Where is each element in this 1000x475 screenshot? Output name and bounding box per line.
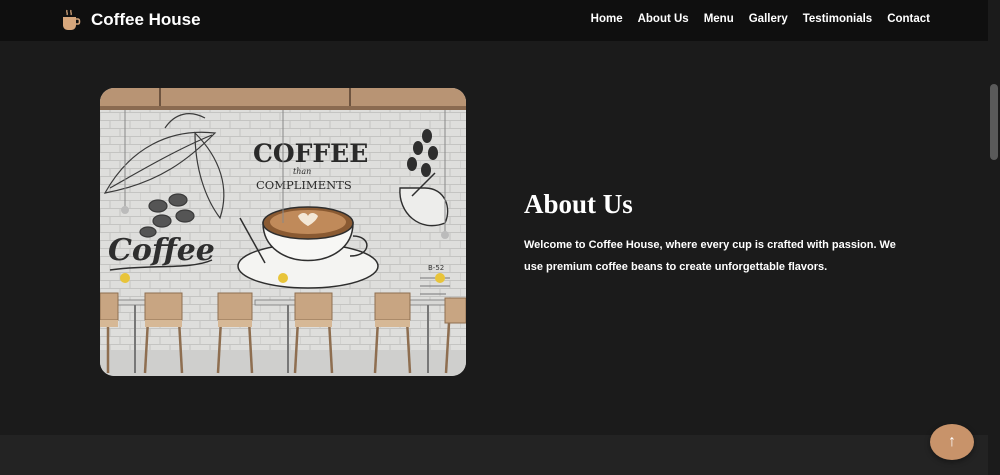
cafe-interior-illustration: Coffee COFFEE than COMPLIMENTS B-52 (100, 88, 466, 376)
wall-than-text: than (293, 167, 311, 176)
coffee-cup-icon (63, 9, 81, 30)
next-section (0, 435, 988, 475)
scrollbar-track[interactable] (988, 0, 1000, 475)
about-image: Coffee COFFEE than COMPLIMENTS B-52 (100, 88, 466, 376)
board-text: B-52 (428, 264, 444, 272)
nav-menu[interactable]: Menu (704, 13, 734, 25)
about-description: Welcome to Coffee House, where every cup… (524, 239, 896, 273)
about-section: Coffee COFFEE than COMPLIMENTS B-52 Abou… (0, 41, 988, 435)
about-title: About Us (524, 189, 633, 219)
main-nav: Home About Us Menu Gallery Testimonials … (591, 13, 930, 25)
arrow-up-icon: ↑ (948, 433, 956, 450)
scrollbar-thumb[interactable] (990, 84, 998, 160)
back-to-top-button[interactable]: ↑ (930, 424, 974, 460)
page: Coffee House Home About Us Menu Gallery … (0, 0, 1000, 475)
nav-home[interactable]: Home (591, 13, 623, 25)
wall-script-text: Coffee (108, 233, 215, 268)
wall-heading-text: COFFEE (253, 139, 368, 168)
nav-gallery[interactable]: Gallery (749, 13, 788, 25)
navbar: Coffee House Home About Us Menu Gallery … (0, 0, 988, 41)
nav-testimonials[interactable]: Testimonials (803, 13, 872, 25)
wall-sub-text: COMPLIMENTS (256, 178, 352, 192)
brand-logo[interactable]: Coffee House (61, 9, 201, 31)
nav-about-us[interactable]: About Us (638, 13, 689, 25)
nav-contact[interactable]: Contact (887, 13, 930, 25)
brand-name: Coffee House (91, 10, 201, 29)
